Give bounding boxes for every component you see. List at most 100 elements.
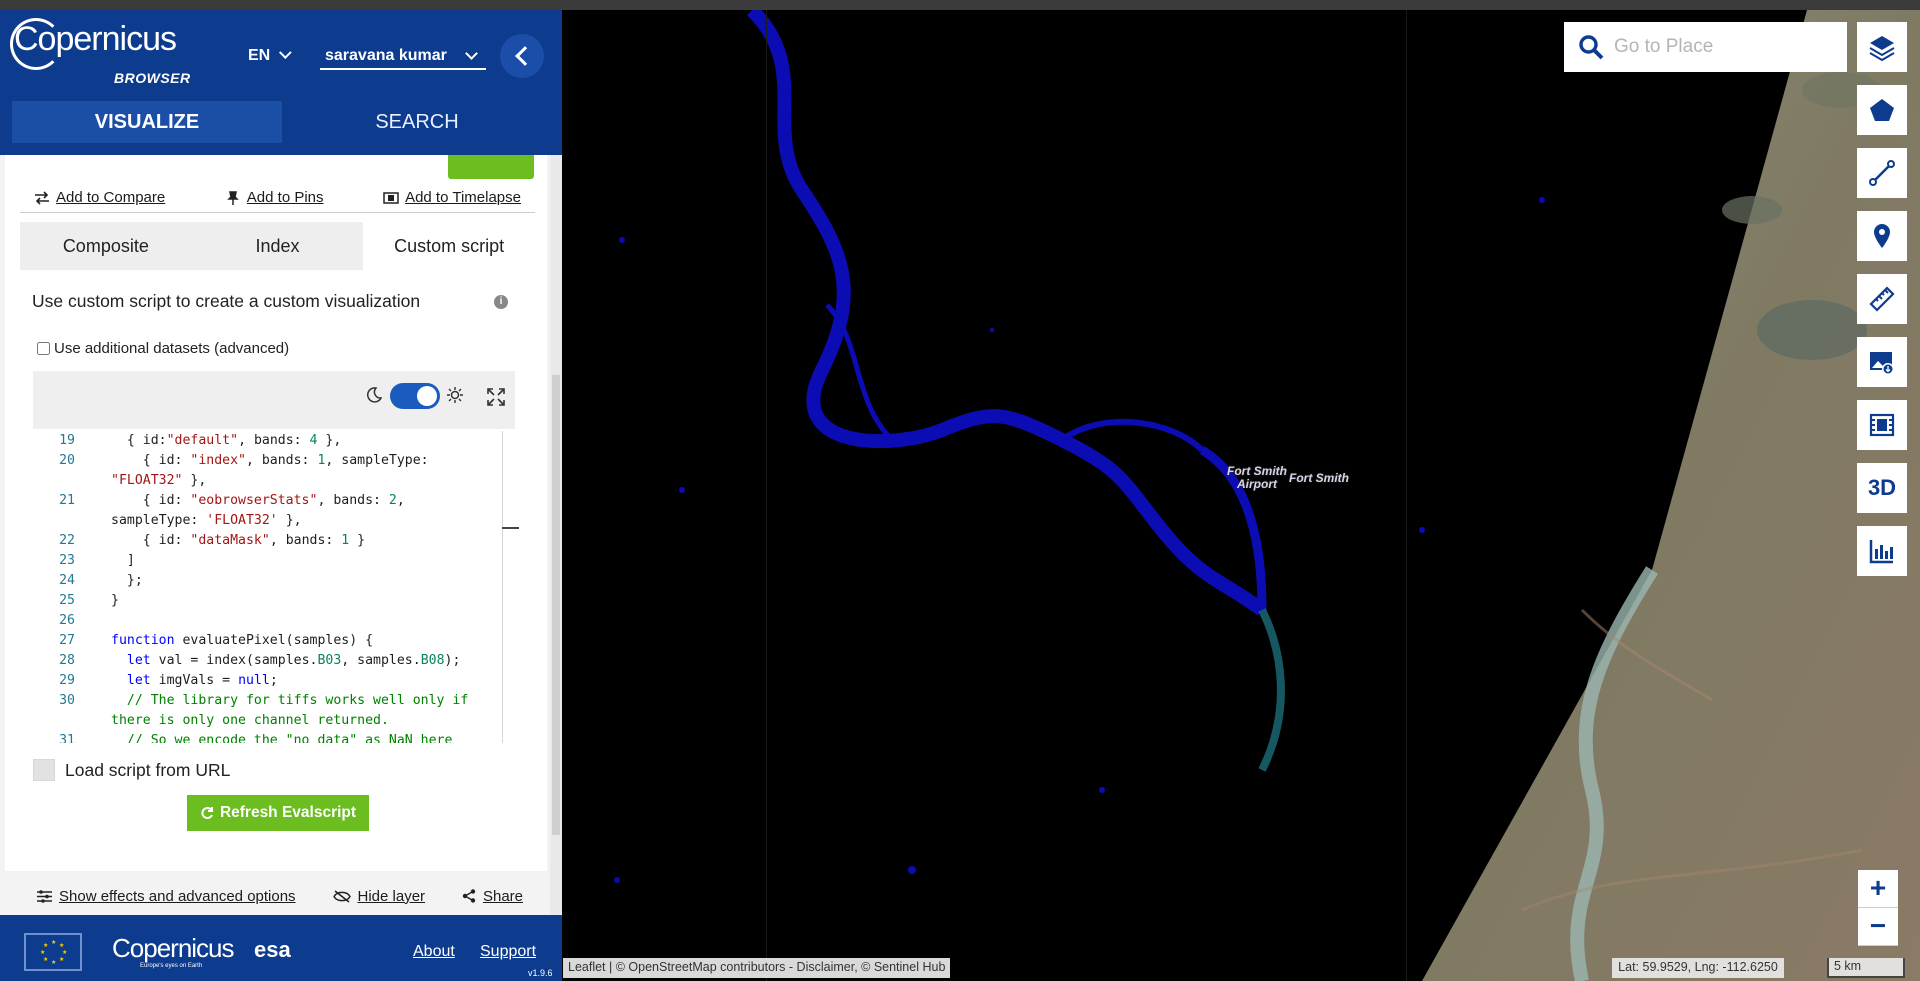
go-to-place-search[interactable] bbox=[1564, 22, 1847, 72]
draw-point-button[interactable] bbox=[1857, 211, 1907, 261]
tile-boundary bbox=[1406, 10, 1407, 981]
code-line[interactable]: 21 { id: "eobrowserStats", bands: 2, bbox=[33, 491, 515, 511]
refresh-evalscript-button[interactable]: Refresh Evalscript bbox=[187, 795, 369, 831]
code-token: { id: bbox=[142, 493, 191, 508]
user-menu[interactable]: saravana kumar bbox=[320, 47, 486, 70]
eu-flag-icon: ★ ★ ★ ★ ★ ★ ★ ★ bbox=[24, 933, 82, 971]
code-text: "FLOAT32" }, bbox=[111, 471, 515, 491]
map-view[interactable]: Fort Smith Airport Fort Smith 3D + − Lea… bbox=[562, 10, 1920, 981]
tab-composite[interactable]: Composite bbox=[20, 222, 192, 270]
code-token: 2 bbox=[388, 493, 397, 508]
about-link[interactable]: About bbox=[413, 943, 455, 961]
custom-script-description: Use custom script to create a custom vis… bbox=[32, 291, 421, 311]
map-toolbar: 3D bbox=[1857, 22, 1907, 589]
code-token: }; bbox=[126, 573, 143, 588]
map-attribution[interactable]: Leaflet | © OpenStreetMap contributors -… bbox=[563, 958, 951, 978]
code-line[interactable]: there is only one channel returned. bbox=[33, 711, 515, 731]
code-token: , sampleType: bbox=[325, 453, 429, 468]
tab-custom-script[interactable]: Custom script bbox=[363, 222, 536, 270]
3d-view-button[interactable]: 3D bbox=[1857, 463, 1907, 513]
code-line[interactable]: 23 ] bbox=[33, 551, 515, 571]
code-token: B03 bbox=[317, 653, 342, 668]
code-line[interactable]: 29 let imgVals = null; bbox=[33, 671, 515, 691]
add-to-timelapse-link[interactable]: Add to Timelapse bbox=[383, 189, 521, 206]
language-label: EN bbox=[248, 47, 271, 64]
load-from-url-checkbox[interactable] bbox=[33, 759, 55, 781]
visualize-panel: Add to Compare Add to Pins Add to Timela… bbox=[5, 155, 547, 871]
code-text: // The library for tiffs works well only… bbox=[111, 691, 515, 711]
code-line[interactable]: 28 let val = index(samples.B03, samples.… bbox=[33, 651, 515, 671]
code-token: "default" bbox=[166, 433, 239, 448]
add-to-pins-link[interactable]: Add to Pins bbox=[225, 189, 324, 206]
code-line[interactable]: 20 { id: "index", bands: 1, sampleType: bbox=[33, 451, 515, 471]
share-link[interactable]: Share bbox=[462, 888, 523, 905]
measure-button[interactable] bbox=[1857, 274, 1907, 324]
load-from-url-option[interactable]: Load script from URL bbox=[33, 759, 230, 781]
code-line[interactable]: 22 { id: "dataMask", bands: 1 } bbox=[33, 531, 515, 551]
code-line[interactable]: 25} bbox=[33, 591, 515, 611]
info-icon[interactable]: i bbox=[494, 295, 508, 309]
code-token: { id: bbox=[142, 533, 191, 548]
code-token: , bands: bbox=[238, 433, 310, 448]
refresh-icon bbox=[201, 807, 213, 819]
logo-ring-icon bbox=[10, 18, 62, 70]
code-line[interactable]: sampleType: 'FLOAT32' }, bbox=[33, 511, 515, 531]
back-button-partial[interactable] bbox=[448, 155, 534, 179]
tab-search[interactable]: SEARCH bbox=[282, 101, 552, 143]
code-editor[interactable]: 19 { id:"default", bands: 4 }, 20 { id: "… bbox=[33, 371, 519, 743]
code-content[interactable]: 19 { id:"default", bands: 4 }, 20 { id: "… bbox=[33, 431, 515, 743]
code-text: { id: "index", bands: 1, sampleType: bbox=[111, 451, 515, 471]
zoom-out-button[interactable]: − bbox=[1858, 908, 1898, 946]
code-text: { id:"default", bands: 4 }, bbox=[111, 431, 515, 451]
additional-datasets-option[interactable]: Use additional datasets (advanced) bbox=[37, 340, 289, 357]
statistics-button[interactable] bbox=[1857, 526, 1907, 576]
timelapse-button[interactable] bbox=[1857, 400, 1907, 450]
code-token: , samples. bbox=[341, 653, 421, 668]
code-line[interactable]: 24 }; bbox=[33, 571, 515, 591]
add-to-compare-link[interactable]: Add to Compare bbox=[34, 189, 165, 206]
additional-datasets-checkbox[interactable] bbox=[37, 342, 50, 355]
code-token: // So we encode the "no data" as NaN her… bbox=[126, 733, 453, 743]
layers-button[interactable] bbox=[1857, 22, 1907, 72]
browser-top-strip bbox=[0, 0, 1920, 10]
esa-logo[interactable]: esa bbox=[254, 937, 291, 963]
show-effects-link[interactable]: Show effects and advanced options bbox=[37, 888, 296, 905]
fullscreen-icon[interactable] bbox=[486, 387, 506, 407]
share-icon bbox=[462, 889, 476, 903]
tab-index[interactable]: Index bbox=[192, 222, 364, 270]
theme-toggle[interactable] bbox=[390, 383, 440, 409]
editor-scroll-marker[interactable] bbox=[502, 527, 519, 529]
refresh-label: Refresh Evalscript bbox=[219, 804, 357, 821]
code-token: imgVals = bbox=[150, 673, 239, 688]
zoom-in-button[interactable]: + bbox=[1858, 870, 1898, 908]
code-line[interactable]: 31 // So we encode the "no data" as NaN … bbox=[33, 731, 515, 743]
draw-line-button[interactable] bbox=[1857, 148, 1907, 198]
code-line[interactable]: "FLOAT32" }, bbox=[33, 471, 515, 491]
collapse-sidebar-button[interactable] bbox=[500, 34, 544, 78]
code-text: }; bbox=[111, 571, 515, 591]
code-line[interactable]: 19 { id:"default", bands: 4 }, bbox=[33, 431, 515, 451]
sidebar-scrollbar[interactable] bbox=[550, 155, 562, 915]
download-image-button[interactable] bbox=[1857, 337, 1907, 387]
search-input[interactable] bbox=[1614, 36, 1834, 58]
hide-label: Hide layer bbox=[357, 887, 426, 905]
code-token: // The library for tiffs works well only… bbox=[126, 693, 469, 708]
footer-copernicus-logo[interactable]: Copernicus Europe's eyes on Earth bbox=[112, 933, 235, 969]
eye-slash-icon bbox=[332, 889, 351, 903]
pin-icon bbox=[226, 190, 239, 205]
code-line[interactable]: 27 function evaluatePixel(samples) { bbox=[33, 631, 515, 651]
code-line[interactable]: 30 // The library for tiffs works well o… bbox=[33, 691, 515, 711]
code-token: , bands: bbox=[269, 533, 342, 548]
draw-polygon-button[interactable] bbox=[1857, 85, 1907, 135]
ruler-icon bbox=[1869, 286, 1895, 312]
support-link[interactable]: Support bbox=[480, 943, 536, 961]
share-label: Share bbox=[482, 887, 523, 905]
line-number: 25 bbox=[59, 593, 75, 608]
scrollbar-thumb[interactable] bbox=[552, 375, 560, 835]
code-line[interactable]: 26 bbox=[33, 611, 515, 631]
chevron-down-icon bbox=[279, 46, 292, 60]
tab-visualize[interactable]: VISUALIZE bbox=[12, 101, 282, 143]
code-token: ); bbox=[444, 653, 461, 668]
hide-layer-link[interactable]: Hide layer bbox=[332, 887, 426, 905]
language-select[interactable]: EN bbox=[248, 46, 292, 65]
